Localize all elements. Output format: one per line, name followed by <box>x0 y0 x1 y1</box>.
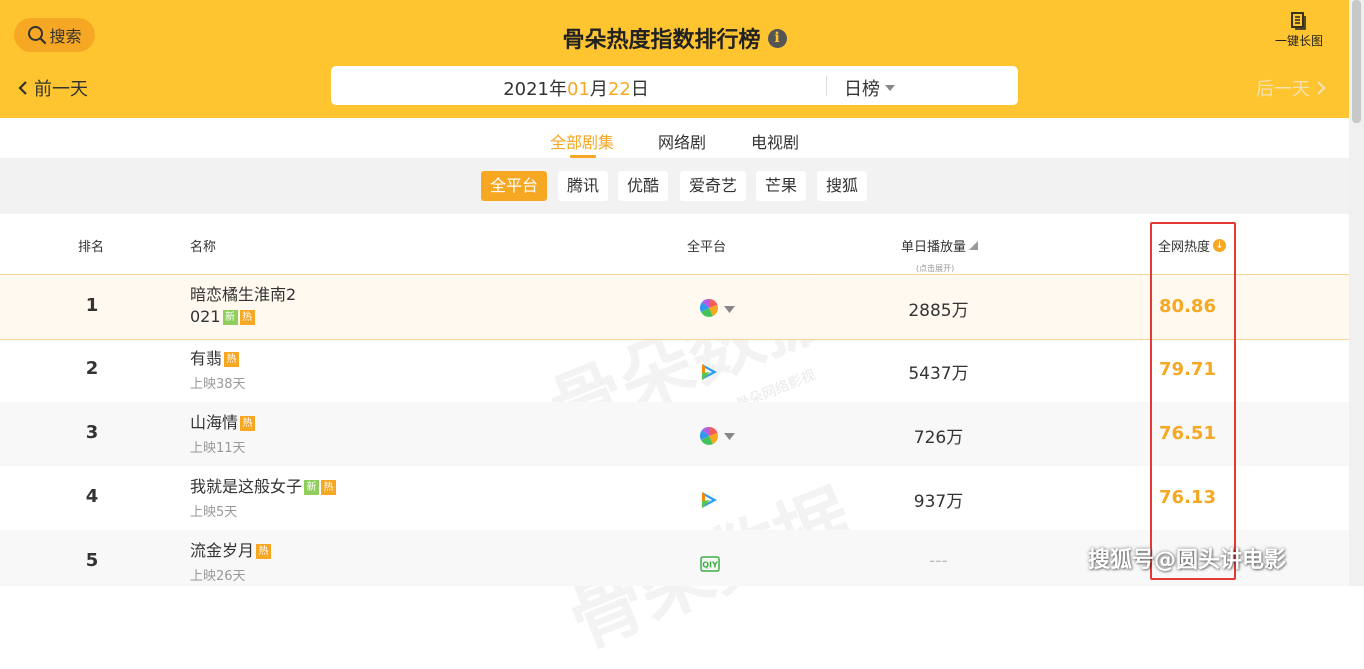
chevron-right-icon <box>1317 81 1326 95</box>
date-year-unit: 年 <box>549 79 567 100</box>
platform-filter-bar: 全平台 腾讯 优酷 爱奇艺 芒果 搜狐 <box>0 158 1349 214</box>
new-badge: 新 <box>222 310 238 325</box>
next-day-button[interactable]: 后一天 <box>1256 75 1326 101</box>
platform-tencent[interactable]: 腾讯 <box>558 171 609 201</box>
hot-badge: 热 <box>240 416 256 431</box>
sort-triangle-icon <box>969 241 979 250</box>
platform-dropdown-caret-icon[interactable] <box>724 433 735 440</box>
daily-plays-value: 937万 <box>913 492 964 512</box>
column-daily-plays-label: 单日播放量 <box>901 240 967 255</box>
long-image-button[interactable]: 一键长图 <box>1264 12 1334 49</box>
hot-badge: 热 <box>321 480 337 495</box>
date-display[interactable]: 2021年01月22日 <box>331 75 821 101</box>
daily-plays-value: 5437万 <box>908 364 969 384</box>
prev-day-button[interactable]: 前一天 <box>18 75 88 101</box>
top-header: 搜索 骨朵热度指数排行榜 i 一键长图 前一天 2021年01月22日 日榜 后… <box>0 0 1349 118</box>
info-icon[interactable]: i <box>767 28 787 48</box>
platform-mango[interactable]: 芒果 <box>756 171 807 201</box>
days-on-air: 上映38天 <box>190 377 246 392</box>
column-name: 名称 <box>190 240 217 255</box>
scrollbar[interactable] <box>1349 0 1364 586</box>
rank-number: 3 <box>85 422 99 443</box>
svg-text:QIY: QIY <box>702 561 718 570</box>
drama-title-line1: 山海情 <box>190 413 239 432</box>
days-on-air: 上映26天 <box>190 569 246 584</box>
iqiyi-icon: QIY <box>700 556 720 572</box>
date-divider <box>826 76 827 96</box>
date-month: 01 <box>567 79 590 100</box>
days-on-air: 上映5天 <box>190 505 238 520</box>
date-year: 2021 <box>503 79 549 100</box>
caret-down-icon <box>885 84 895 91</box>
drama-title[interactable]: 有翡热 <box>190 348 330 370</box>
category-tabs: 全部剧集 网络剧 电视剧 <box>0 118 1349 158</box>
rank-number: 5 <box>85 550 99 571</box>
tencent-video-icon <box>702 364 717 380</box>
daily-plays-value: --- <box>929 551 948 571</box>
drama-title[interactable]: 流金岁月热 <box>190 540 330 562</box>
tencent-video-icon <box>702 492 717 508</box>
rank-number: 2 <box>85 358 99 379</box>
platform-iqiyi[interactable]: 爱奇艺 <box>680 171 747 201</box>
long-image-label: 一键长图 <box>1274 34 1323 48</box>
drama-title-line1: 有翡 <box>190 349 223 368</box>
date-selector[interactable]: 2021年01月22日 日榜 <box>331 66 1018 105</box>
table-row[interactable]: 1 暗恋橘生淮南2 021 新热 2885万 80.86 <box>0 274 1349 340</box>
document-icon <box>1291 12 1306 30</box>
hot-badge: 热 <box>224 352 240 367</box>
hot-badge: 热 <box>256 544 272 559</box>
tab-web-series[interactable]: 网络剧 <box>658 129 706 153</box>
drama-title-line2: 021 <box>190 307 221 326</box>
rank-type-label: 日榜 <box>844 79 880 100</box>
platform-dropdown-caret-icon[interactable] <box>724 306 735 313</box>
daily-plays-value: 2885万 <box>908 301 969 321</box>
tab-tv-series[interactable]: 电视剧 <box>751 129 799 153</box>
sohu-watermark: 搜狐号@圆头讲电影 <box>1088 548 1287 573</box>
drama-title-line1: 我就是这般女子 <box>190 477 303 496</box>
heat-highlight-box <box>1150 222 1236 580</box>
multi-platform-icon <box>700 299 718 317</box>
page-title: 骨朵热度指数排行榜 <box>562 28 761 53</box>
drama-title-line1: 暗恋橘生淮南2 <box>190 285 297 304</box>
tab-all-series[interactable]: 全部剧集 <box>550 129 614 153</box>
rank-type-dropdown[interactable]: 日榜 <box>844 75 895 101</box>
multi-platform-icon <box>700 427 718 445</box>
scrollbar-thumb[interactable] <box>1352 0 1361 123</box>
column-platform[interactable]: 全平台 <box>687 236 726 255</box>
chevron-left-icon <box>18 81 27 95</box>
rank-number: 1 <box>85 295 99 316</box>
column-daily-plays[interactable]: 单日播放量 <box>901 236 979 255</box>
page-title-wrap: 骨朵热度指数排行榜 i <box>0 22 1349 54</box>
rank-number: 4 <box>85 486 99 507</box>
next-day-label: 后一天 <box>1256 79 1310 100</box>
platform-all[interactable]: 全平台 <box>481 171 548 201</box>
date-day: 22 <box>607 79 631 100</box>
daily-plays-value: 726万 <box>913 428 964 448</box>
column-rank: 排名 <box>78 240 105 255</box>
new-badge: 新 <box>304 480 320 495</box>
hot-badge: 热 <box>239 310 255 325</box>
prev-day-label: 前一天 <box>34 79 88 100</box>
drama-title-line1: 流金岁月 <box>190 541 255 560</box>
expand-note: (点击展开) <box>916 264 955 273</box>
date-month-unit: 月 <box>589 79 608 100</box>
platform-sohu[interactable]: 搜狐 <box>817 171 868 201</box>
drama-title[interactable]: 山海情热 <box>190 412 330 434</box>
date-day-unit: 日 <box>630 79 649 100</box>
table-row[interactable]: 2 有翡热 上映38天 5437万 79.71 <box>0 338 1349 402</box>
table-row[interactable]: 4 我就是这般女子新热 上映5天 937万 76.13 <box>0 466 1349 530</box>
drama-title[interactable]: 我就是这般女子新热 <box>190 476 390 498</box>
drama-title[interactable]: 暗恋橘生淮南2 021 新热 <box>190 284 330 328</box>
table-row[interactable]: 3 山海情热 上映11天 726万 76.51 <box>0 402 1349 466</box>
platform-youku[interactable]: 优酷 <box>618 171 669 201</box>
days-on-air: 上映11天 <box>190 441 246 456</box>
